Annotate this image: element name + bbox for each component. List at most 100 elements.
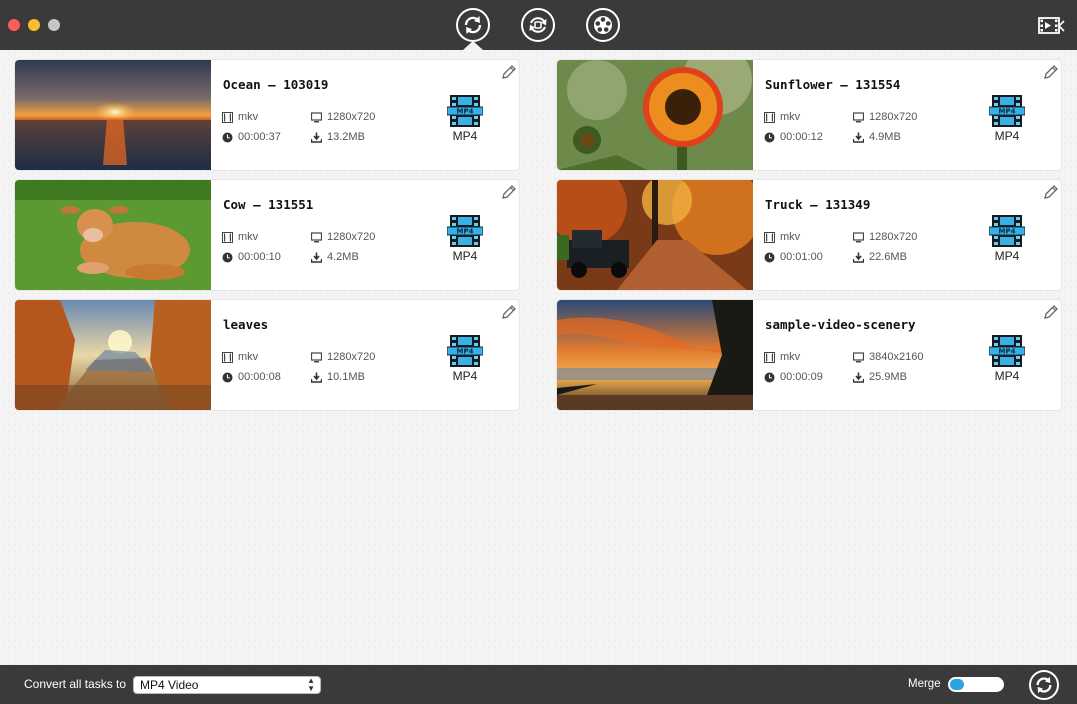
task-card[interactable]: Truck – 131349 mkv 1280x720 00:01:00 22.… (557, 180, 1061, 290)
task-list: Ocean – 103019 mkv 1280x720 00:00:37 13.… (0, 50, 1077, 665)
select-arrows-icon: ▲ ▼ (307, 676, 315, 693)
clock-icon (764, 372, 775, 382)
source-format: mkv (764, 111, 800, 123)
source-duration-text: 00:00:10 (238, 251, 281, 263)
source-size: 13.2MB (311, 131, 365, 143)
pencil-icon[interactable] (1042, 183, 1060, 201)
download-icon (853, 372, 864, 383)
source-size-text: 10.1MB (327, 371, 365, 383)
mp4-format-icon[interactable]: MP4 (989, 214, 1025, 248)
download-icon (853, 252, 864, 263)
merge-label: Merge (908, 678, 941, 690)
clock-icon (222, 252, 233, 262)
mp4-format-icon[interactable]: MP4 (989, 94, 1025, 128)
task-card[interactable]: leaves mkv 1280x720 00:00:08 10.1MB MP4 … (15, 300, 519, 410)
source-duration-text: 00:00:37 (238, 131, 281, 143)
download-icon (311, 132, 322, 143)
source-resolution-text: 1280x720 (869, 111, 918, 123)
video-thumbnail (557, 60, 753, 170)
source-size-text: 25.9MB (869, 371, 907, 383)
monitor-icon (853, 111, 864, 122)
source-size: 4.2MB (311, 251, 359, 263)
source-duration: 00:00:09 (764, 371, 823, 383)
source-format-text: mkv (238, 351, 259, 363)
start-convert-button[interactable] (1029, 670, 1059, 700)
video-library-icon[interactable] (1036, 14, 1066, 38)
svg-text:MP4: MP4 (999, 108, 1016, 116)
mp4-format-icon[interactable]: MP4 (447, 214, 483, 248)
film-mode-button[interactable] (586, 8, 620, 42)
output-format-select[interactable]: MP4 Video ▲ ▼ (133, 676, 321, 694)
video-thumbnail (15, 300, 211, 410)
film-strip-icon (222, 111, 233, 123)
source-duration-text: 00:00:08 (238, 371, 281, 383)
source-resolution: 1280x720 (311, 111, 375, 123)
title-bar (0, 0, 1077, 50)
source-format: mkv (764, 351, 800, 363)
window-minimize-button[interactable] (28, 19, 40, 31)
task-card[interactable]: Ocean – 103019 mkv 1280x720 00:00:37 13.… (15, 60, 519, 170)
source-format: mkv (222, 351, 258, 363)
target-format-label: MP4 (994, 369, 1020, 383)
pencil-icon[interactable] (500, 63, 518, 81)
window-maximize-button[interactable] (48, 19, 60, 31)
mp4-format-icon[interactable]: MP4 (989, 334, 1025, 368)
merge-toggle[interactable] (948, 677, 1004, 692)
source-resolution-text: 1280x720 (869, 231, 918, 243)
source-resolution: 1280x720 (853, 231, 917, 243)
svg-text:MP4: MP4 (457, 228, 474, 236)
source-duration-text: 00:01:00 (780, 251, 823, 263)
source-format: mkv (222, 111, 258, 123)
monitor-icon (311, 111, 322, 122)
target-format-label: MP4 (452, 369, 478, 383)
task-title: leaves (223, 317, 269, 332)
convert-all-label: Convert all tasks to (24, 677, 127, 691)
monitor-icon (311, 231, 322, 242)
svg-text:MP4: MP4 (999, 228, 1016, 236)
source-format-text: mkv (780, 231, 801, 243)
rotate-mode-button[interactable] (521, 8, 555, 42)
source-duration: 00:01:00 (764, 251, 823, 263)
source-duration-text: 00:00:09 (780, 371, 823, 383)
film-strip-icon (222, 231, 233, 243)
pencil-icon[interactable] (1042, 303, 1060, 321)
task-card[interactable]: Cow – 131551 mkv 1280x720 00:00:10 4.2MB… (15, 180, 519, 290)
source-size-text: 4.9MB (869, 131, 901, 143)
source-resolution: 1280x720 (311, 351, 375, 363)
source-resolution: 3840x2160 (853, 351, 923, 363)
task-title: sample-video-scenery (765, 317, 916, 332)
monitor-icon (853, 351, 864, 362)
video-thumbnail (15, 180, 211, 290)
source-duration: 00:00:12 (764, 131, 823, 143)
source-size: 22.6MB (853, 251, 907, 263)
task-title: Cow – 131551 (223, 197, 314, 212)
film-strip-icon (764, 111, 775, 123)
pencil-icon[interactable] (500, 303, 518, 321)
rotate-icon (529, 17, 547, 33)
mp4-format-icon[interactable]: MP4 (447, 334, 483, 368)
clock-icon (764, 132, 775, 142)
clock-icon (764, 252, 775, 262)
target-format-label: MP4 (452, 249, 478, 263)
window-close-button[interactable] (8, 19, 20, 31)
task-title: Sunflower – 131554 (765, 77, 901, 92)
source-size-text: 4.2MB (327, 251, 359, 263)
task-card[interactable]: sample-video-scenery mkv 3840x2160 00:00… (557, 300, 1061, 410)
mp4-format-icon[interactable]: MP4 (447, 94, 483, 128)
source-resolution-text: 1280x720 (327, 231, 376, 243)
film-reel-icon (594, 16, 612, 34)
source-duration: 00:00:08 (222, 371, 281, 383)
source-duration: 00:00:37 (222, 131, 281, 143)
pencil-icon[interactable] (500, 183, 518, 201)
pencil-icon[interactable] (1042, 63, 1060, 81)
source-format-text: mkv (780, 351, 801, 363)
source-resolution-text: 3840x2160 (869, 351, 924, 363)
film-strip-icon (764, 351, 775, 363)
convert-mode-button[interactable] (456, 8, 490, 42)
monitor-icon (311, 351, 322, 362)
task-card[interactable]: Sunflower – 131554 mkv 1280x720 00:00:12… (557, 60, 1061, 170)
video-thumbnail (557, 300, 753, 410)
source-duration-text: 00:00:12 (780, 131, 823, 143)
source-format: mkv (222, 231, 258, 243)
clock-icon (222, 372, 233, 382)
